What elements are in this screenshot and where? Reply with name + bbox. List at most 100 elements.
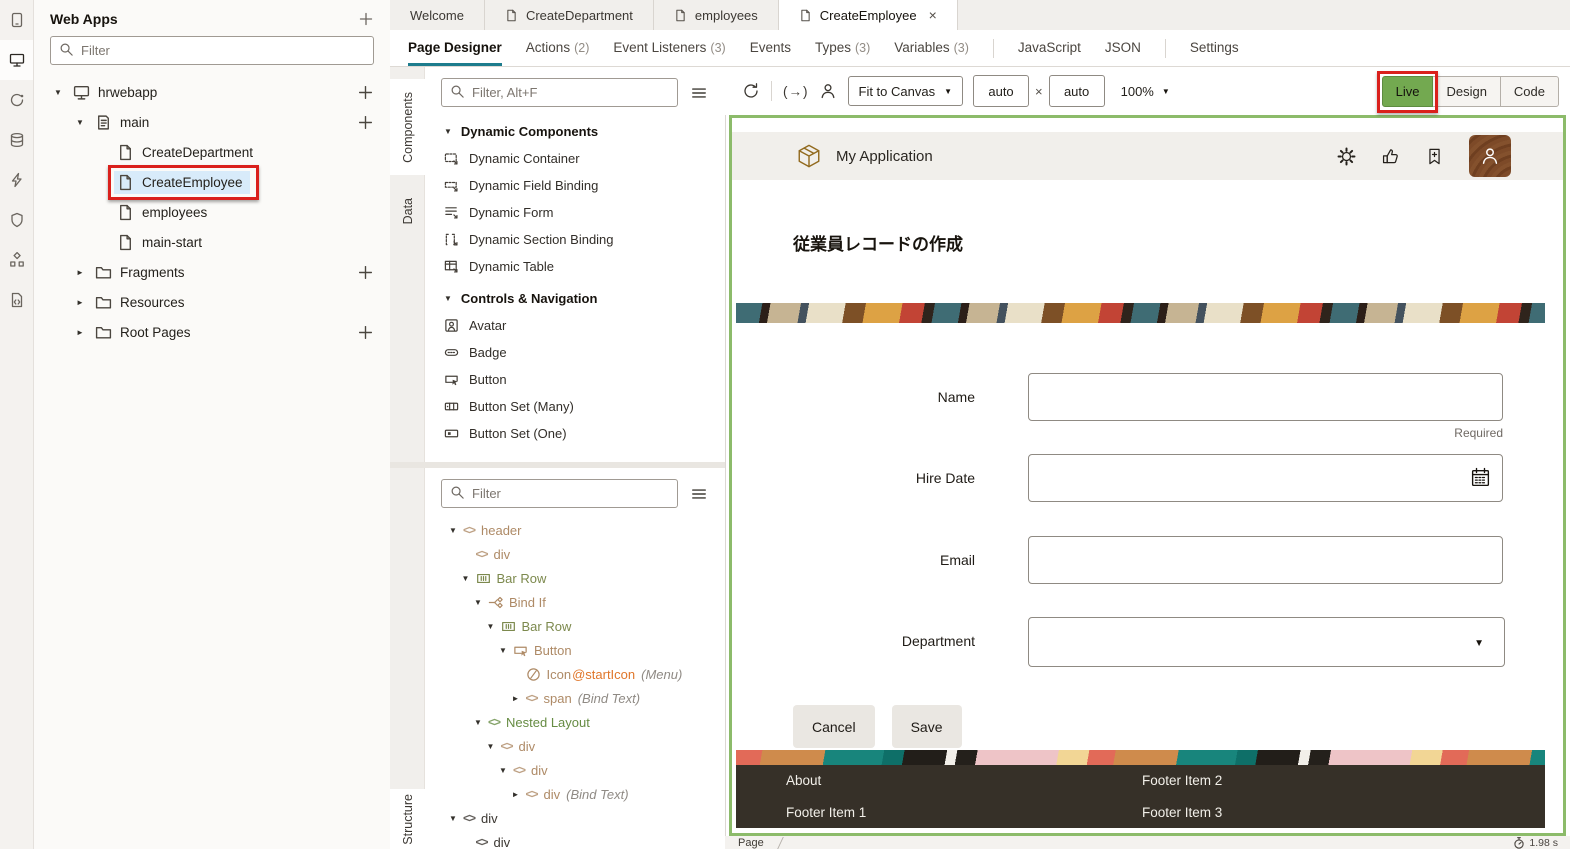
structure-node-div[interactable]: ▼<>div [425,758,725,782]
tab-events[interactable]: Events [750,30,791,66]
tree-collapse-arrow[interactable]: ► [76,298,92,307]
tree-item-fragments[interactable]: ►Fragments [34,257,390,287]
component-avatar[interactable]: Avatar [425,312,725,339]
tree-item-createdepartment[interactable]: CreateDepartment [34,137,390,167]
add-button[interactable] [357,114,374,131]
canvas-width-input[interactable] [973,75,1029,107]
components-filter-input[interactable] [441,78,678,107]
footer-link-footer-item-2[interactable]: Footer Item 2 [1142,773,1545,788]
tree-collapse-arrow[interactable]: ► [512,694,526,703]
structure-node-div[interactable]: ▼<>div [425,734,725,758]
footer-link-about[interactable]: About [786,773,1142,788]
rail-item-mobile-apps[interactable] [0,0,33,40]
tree-expand-arrow[interactable]: ▼ [449,526,463,535]
structure-node-bar-row[interactable]: ▼Bar Row [425,566,725,590]
add-button[interactable] [357,264,374,281]
rail-item-service-connections[interactable] [0,80,33,120]
component-dynamic-table[interactable]: Dynamic Table [425,253,725,280]
structure-node-button[interactable]: ▼Button [425,638,725,662]
mode-live-button[interactable]: Live [1382,76,1434,107]
tree-expand-arrow[interactable]: ▼ [499,646,513,655]
live-navigation-icon[interactable]: (→) [783,84,809,99]
tree-collapse-arrow[interactable]: ► [512,790,526,799]
component-button-set-many-[interactable]: Button Set (Many) [425,393,725,420]
tree-item-root-pages[interactable]: ►Root Pages [34,317,390,347]
zoom-select[interactable]: 100%▼ [1121,84,1170,99]
tree-item-employees[interactable]: employees [34,197,390,227]
rail-item-source[interactable] [0,280,33,320]
editor-tab-welcome[interactable]: Welcome [390,0,485,30]
add-button[interactable] [357,84,374,101]
close-icon[interactable]: × [929,8,937,22]
cancel-button[interactable]: Cancel [793,705,875,748]
component-dynamic-form[interactable]: Dynamic Form [425,199,725,226]
component-dynamic-section-binding[interactable]: Dynamic Section Binding [425,226,725,253]
tab-actions[interactable]: Actions(2) [526,30,590,66]
gear-icon[interactable] [1337,147,1356,166]
tab-components[interactable]: Components [390,79,425,175]
tree-collapse-arrow[interactable]: ► [76,268,92,277]
components-menu-icon[interactable] [690,84,708,102]
section-dynamic-components[interactable]: ▼Dynamic Components [425,117,725,145]
breadcrumb[interactable]: Page [738,837,764,849]
tree-expand-arrow[interactable]: ▼ [462,574,476,583]
structure-node-nested-layout[interactable]: ▼<>Nested Layout [425,710,725,734]
structure-node-div[interactable]: ►<>div(Bind Text) [425,782,725,806]
structure-node-div[interactable]: ▼<>div [425,806,725,830]
tree-expand-arrow[interactable]: ▼ [487,622,501,631]
editor-tab-createdepartment[interactable]: CreateDepartment [485,0,654,30]
add-button[interactable] [357,324,374,341]
mode-code-button[interactable]: Code [1500,76,1559,107]
mode-design-button[interactable]: Design [1432,76,1500,107]
footer-link-footer-item-3[interactable]: Footer Item 3 [1142,805,1545,820]
persona-icon[interactable] [819,82,837,100]
tab-page-designer[interactable]: Page Designer [408,30,502,66]
structure-node-div[interactable]: <>div [425,830,725,849]
refresh-icon[interactable] [742,82,760,100]
structure-node-icon[interactable]: Icon@startIcon(Menu) [425,662,725,686]
section-controls-navigation[interactable]: ▼Controls & Navigation [425,284,725,312]
tree-item-main[interactable]: ▼main [34,107,390,137]
field-department[interactable]: ▼ [1028,617,1505,667]
tree-collapse-arrow[interactable]: ► [76,328,92,337]
rail-item-processes[interactable] [0,240,33,280]
editor-tab-employees[interactable]: employees [654,0,779,30]
tree-expand-arrow[interactable]: ▼ [76,118,92,127]
rail-item-layouts[interactable] [0,160,33,200]
hire-date-input[interactable] [1028,454,1503,502]
rail-item-components[interactable] [0,200,33,240]
tab-variables[interactable]: Variables(3) [894,30,969,66]
tree-item-createemployee[interactable]: CreateEmployee [34,167,390,197]
tree-item-hrwebapp[interactable]: ▼hrwebapp [34,77,390,107]
calendar-icon[interactable] [1470,467,1491,488]
structure-filter-input[interactable] [441,479,678,508]
tree-expand-arrow[interactable]: ▼ [54,88,70,97]
component-badge[interactable]: Badge [425,339,725,366]
structure-node-header[interactable]: ▼<>header [425,518,725,542]
bookmark-plus-icon[interactable] [1425,147,1444,166]
canvas-size-select[interactable]: Fit to Canvas▼ [848,76,964,106]
structure-node-div[interactable]: <>div [425,542,725,566]
thumbs-up-icon[interactable] [1381,147,1400,166]
tab-event-listeners[interactable]: Event Listeners(3) [613,30,725,66]
avatar[interactable] [1469,135,1511,177]
component-dynamic-field-binding[interactable]: Dynamic Field Binding [425,172,725,199]
structure-menu-icon[interactable] [690,485,708,503]
tab-javascript[interactable]: JavaScript [1018,30,1081,66]
editor-tab-createemployee[interactable]: CreateEmployee× [779,0,958,31]
structure-node-span[interactable]: ►<>span(Bind Text) [425,686,725,710]
tree-item-main-start[interactable]: main-start [34,227,390,257]
component-button[interactable]: Button [425,366,725,393]
component-button-set-one-[interactable]: Button Set (One) [425,420,725,447]
add-web-app-button[interactable] [358,11,374,27]
save-button[interactable]: Save [892,705,962,748]
web-apps-filter-input[interactable] [50,36,374,65]
structure-node-bind-if[interactable]: ▼Bind If [425,590,725,614]
component-dynamic-container[interactable]: Dynamic Container [425,145,725,172]
name-input[interactable] [1028,373,1503,421]
tree-expand-arrow[interactable]: ▼ [499,766,513,775]
tree-expand-arrow[interactable]: ▼ [474,598,488,607]
tree-expand-arrow[interactable]: ▼ [474,718,488,727]
tab-structure[interactable]: Structure [390,789,425,849]
tree-item-resources[interactable]: ►Resources [34,287,390,317]
